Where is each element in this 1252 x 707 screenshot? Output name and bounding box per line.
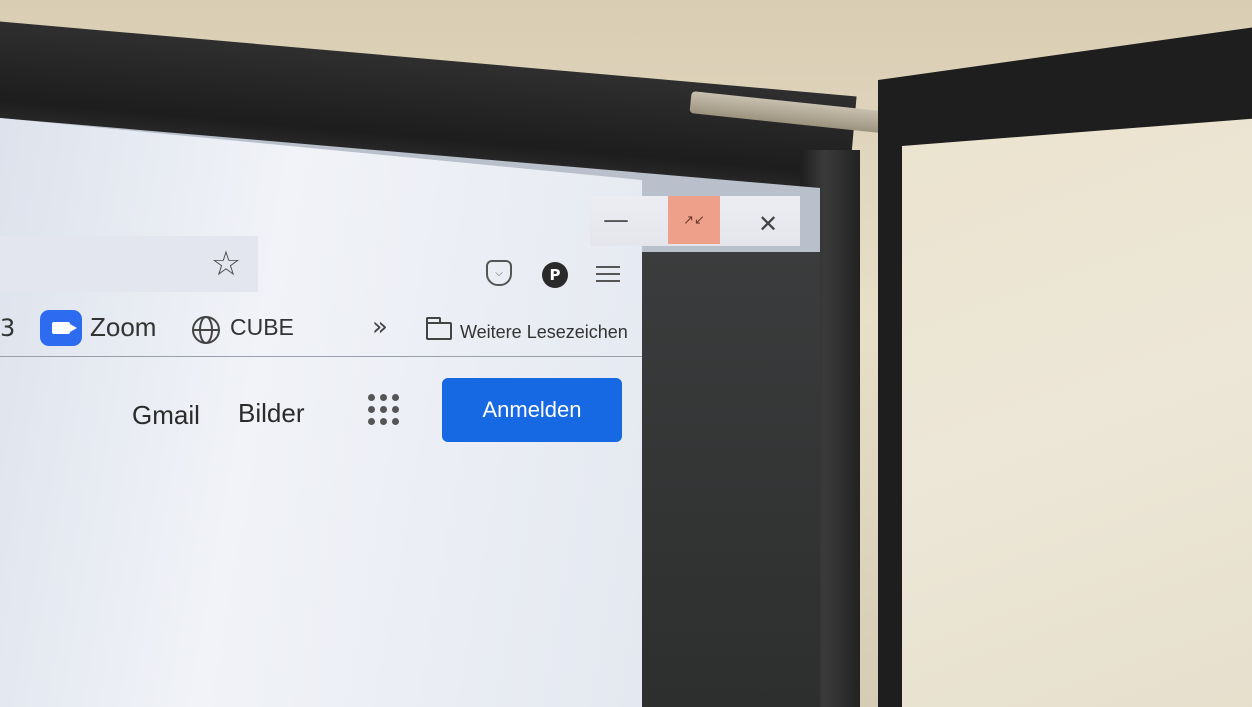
bookmark-truncated[interactable]: 3 [0,314,15,342]
zoom-icon[interactable] [40,310,82,346]
bookmark-zoom[interactable]: Zoom [90,312,156,343]
gmail-link[interactable]: Gmail [132,400,200,431]
photo-scene: — ↗↙ ✕ ☆ ⌵ P 3 Zoom CUBE » Weitere Lesez… [0,0,1252,707]
close-button[interactable]: ✕ [748,204,788,244]
folder-icon[interactable] [426,317,452,340]
profile-avatar[interactable]: P [542,262,568,288]
signin-button[interactable]: Anmelden [442,378,622,442]
star-icon[interactable]: ☆ [206,244,246,284]
restore-icon: ↗↙ [683,212,705,228]
restore-button[interactable]: ↗↙ [668,196,720,244]
signin-label: Anmelden [482,397,582,422]
bookmark-cube[interactable]: CUBE [230,314,294,341]
hamburger-menu-icon[interactable] [596,262,620,286]
globe-icon[interactable] [190,314,222,346]
minimize-icon: — [603,205,629,235]
close-icon: ✕ [757,210,779,238]
whiteboard-surface [902,118,1252,707]
images-link[interactable]: Bilder [238,398,304,429]
minimize-button[interactable]: — [596,200,636,240]
profile-initial: P [549,266,561,284]
chevrons-right-icon[interactable]: » [372,312,388,342]
pocket-icon[interactable]: ⌵ [486,260,512,286]
desktop-dark-area [642,252,820,707]
apps-grid-icon[interactable] [368,394,400,426]
other-bookmarks-label[interactable]: Weitere Lesezeichen [460,322,628,343]
